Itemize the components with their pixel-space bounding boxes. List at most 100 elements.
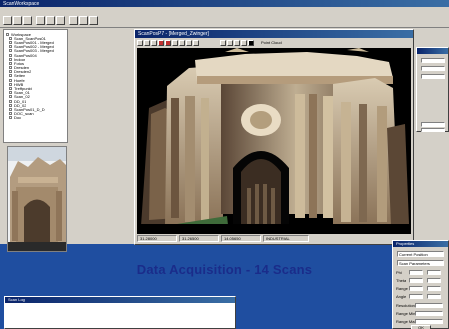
- dialog-row-label-4: Angle: [396, 294, 407, 299]
- tree-node-icon: [9, 49, 12, 53]
- dialog-ok-button[interactable]: OK: [411, 325, 431, 329]
- dialog-title-bar: Properties: [393, 241, 448, 247]
- points-icon[interactable]: [234, 39, 240, 46]
- dialog-row-label-3: Range: [396, 286, 408, 291]
- dialog-title: Properties: [396, 241, 415, 246]
- project-tree[interactable]: Workspace Scan_ScanPos01 ScanPos001 - Merg…: [3, 29, 68, 143]
- dialog-label-range-max: Range Max: [396, 319, 417, 324]
- tree-node-icon: [9, 87, 12, 91]
- dialog-row-label-2: Theta: [396, 278, 407, 283]
- viewer-title: ScanPosP7 - [Merged_Zwinger]: [138, 31, 209, 37]
- status-mode: INDUSTRIAL: [263, 235, 309, 242]
- dialog-field-1a[interactable]: [409, 270, 423, 275]
- select-icon[interactable]: [36, 16, 45, 25]
- thumbnail-photo: [8, 147, 66, 251]
- tree-node-icon: [9, 36, 12, 40]
- status-z: 14.05650: [221, 235, 261, 242]
- point-cloud-rendering: [137, 48, 411, 234]
- tree-node-icon: [9, 82, 12, 86]
- tree-node-icon: [9, 61, 12, 65]
- rotate-icon[interactable]: [56, 16, 65, 25]
- tree-node-icon: [9, 99, 12, 103]
- tree-node-icon: [6, 32, 9, 36]
- point-cloud-view[interactable]: [137, 48, 411, 234]
- render-icon[interactable]: [220, 39, 226, 46]
- right-field-3[interactable]: [421, 74, 445, 79]
- tree-node-icon: [9, 70, 12, 74]
- dialog-field-resolution[interactable]: [415, 303, 443, 308]
- log-window-title-bar: Scan Log: [5, 297, 235, 303]
- tree-node-icon: [9, 116, 12, 120]
- dialog-field-4b[interactable]: [427, 294, 441, 299]
- dialog-select-parameters[interactable]: Scan Parameters: [397, 260, 444, 266]
- zoom-out-icon[interactable]: [193, 39, 199, 46]
- status-y: 31.26500: [179, 235, 219, 242]
- log-content[interactable]: [7, 305, 233, 327]
- right-field-4[interactable]: [421, 122, 445, 127]
- dialog-select-position[interactable]: Current Position: [397, 251, 444, 257]
- view-front-icon[interactable]: [137, 39, 143, 46]
- app-title-bar: ScanWorkspace: [0, 0, 449, 7]
- background-color-icon[interactable]: [248, 39, 254, 46]
- zoom-icon[interactable]: [69, 16, 78, 25]
- pan-icon[interactable]: [79, 16, 88, 25]
- mesh-icon[interactable]: [241, 39, 247, 46]
- view-side-icon[interactable]: [151, 39, 157, 46]
- scan-thumbnail-image: [7, 146, 67, 252]
- dialog-field-range-max[interactable]: [415, 319, 443, 324]
- dialog-field-3a[interactable]: [409, 286, 423, 291]
- shade-icon[interactable]: [227, 39, 233, 46]
- tree-node-icon: [9, 91, 12, 95]
- tree-node-icon: [9, 66, 12, 70]
- new-icon[interactable]: [3, 16, 12, 25]
- point-cloud-label: Point Cloud: [261, 40, 282, 45]
- viewer-status-bar: 31.28000 31.26500 14.05650 INDUSTRIAL: [137, 235, 411, 243]
- measure-icon[interactable]: [172, 39, 178, 46]
- log-window-title: Scan Log: [8, 297, 25, 302]
- tree-node-icon: [9, 57, 12, 61]
- dialog-field-4a[interactable]: [409, 294, 423, 299]
- right-field-1[interactable]: [421, 58, 445, 63]
- dialog-row-label-1: Phi: [396, 270, 402, 275]
- move-icon[interactable]: [46, 16, 55, 25]
- tree-item[interactable]: Doc: [6, 115, 65, 121]
- dialog-field-2a[interactable]: [409, 278, 423, 283]
- log-window: Scan Log: [4, 296, 236, 329]
- tree-node-icon: [9, 45, 12, 49]
- zoom-in-icon[interactable]: [186, 39, 192, 46]
- viewer-title-bar: ScanPosP7 - [Merged_Zwinger]: [135, 30, 413, 38]
- main-toolbar: [0, 14, 449, 28]
- application-window: ScanWorkspace File Window WorkspaceScan_…: [0, 0, 449, 252]
- slide-caption: Data Acquisition - 14 Scans: [136, 262, 313, 277]
- scan-properties-dialog: Properties Current Position Scan Paramet…: [392, 240, 449, 329]
- status-x: 31.28000: [137, 235, 177, 242]
- menu-bar: File Window: [0, 7, 449, 21]
- tree-node-icon: [9, 107, 12, 111]
- tree-item-label: Doc: [14, 115, 22, 121]
- right-panel-title-bar: [417, 48, 448, 54]
- tree-node-icon: [9, 74, 12, 78]
- dialog-label-resolution: Resolution: [396, 303, 415, 308]
- orbit-icon[interactable]: [179, 39, 185, 46]
- right-field-2[interactable]: [421, 66, 445, 71]
- dialog-field-3b[interactable]: [427, 286, 441, 291]
- right-properties-panel: [416, 47, 449, 132]
- help-icon[interactable]: [89, 16, 98, 25]
- tree-node-icon: [9, 78, 12, 82]
- red-mode-icon[interactable]: [158, 39, 164, 46]
- dialog-label-range-min: Range Min: [396, 311, 416, 316]
- tree-node-icon: [9, 112, 12, 116]
- save-icon[interactable]: [23, 16, 32, 25]
- red-mode-2-icon[interactable]: [165, 39, 171, 46]
- dialog-field-1b[interactable]: [427, 270, 441, 275]
- view-top-icon[interactable]: [144, 39, 150, 46]
- tree-node-icon: [9, 53, 12, 57]
- viewer-window: ScanPosP7 - [Merged_Zwinger] Point Cloud: [134, 29, 414, 245]
- open-icon[interactable]: [13, 16, 22, 25]
- tree-node-icon: [9, 40, 12, 44]
- dialog-field-2b[interactable]: [427, 278, 441, 283]
- tree-node-icon: [9, 95, 12, 99]
- right-field-5[interactable]: [421, 128, 445, 132]
- tree-node-icon: [9, 103, 12, 107]
- dialog-field-range-min[interactable]: [415, 311, 443, 316]
